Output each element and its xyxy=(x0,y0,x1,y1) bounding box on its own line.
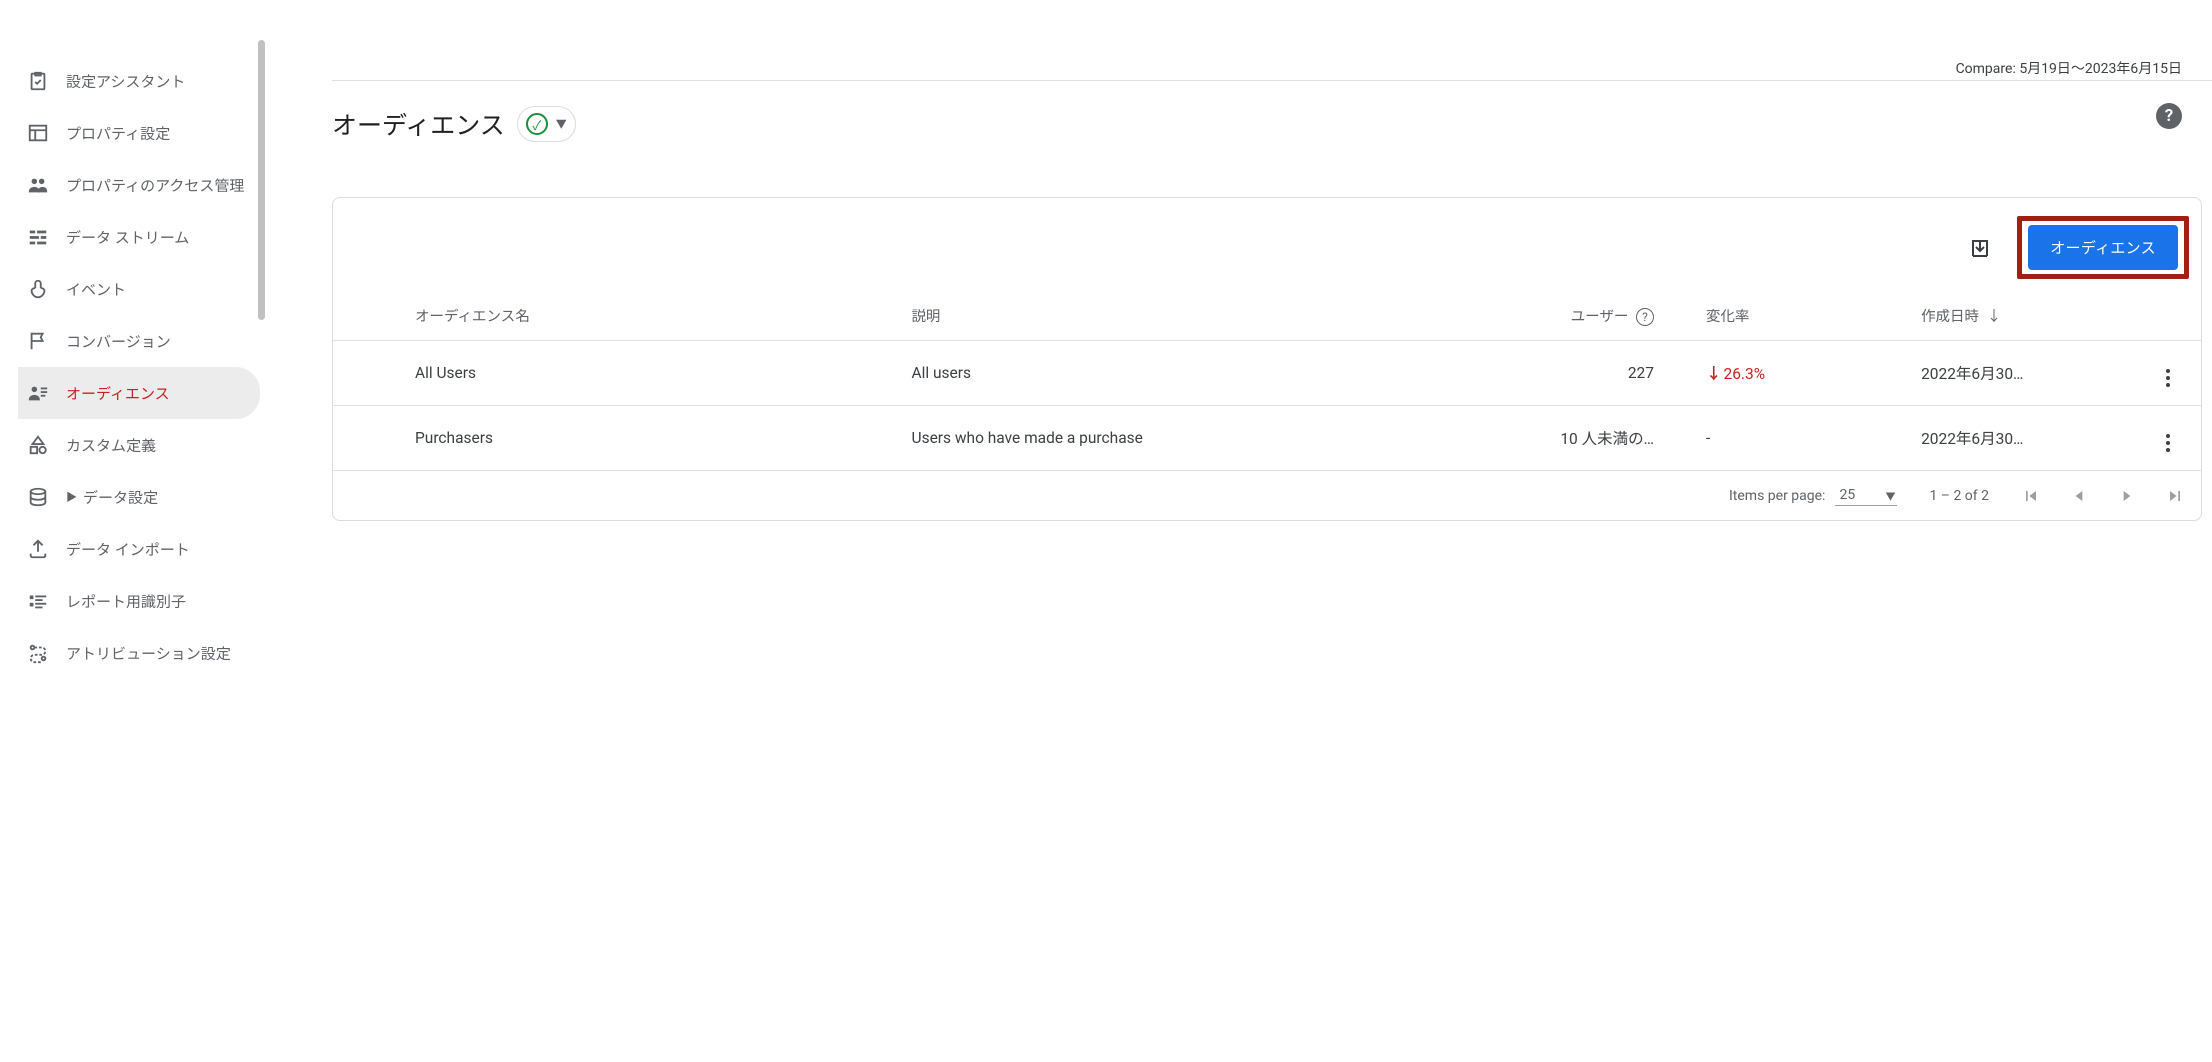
audience-icon xyxy=(26,381,50,405)
sidebar-item-label: データ設定 xyxy=(83,487,158,508)
sidebar-item-label: データ ストリーム xyxy=(66,227,189,248)
page-title: オーディエンス xyxy=(332,106,505,142)
cell-users: 10 人未満の… xyxy=(1449,406,1666,471)
cell-actions xyxy=(2134,341,2201,406)
page-range: 1 – 2 of 2 xyxy=(1929,488,1989,504)
col-created-label: 作成日時 xyxy=(1921,308,1979,325)
sidebar-item-attribution[interactable]: アトリビューション設定 xyxy=(18,627,260,679)
col-actions xyxy=(2134,295,2201,341)
main-content: Compare: 5月19日～2023年6月15日 オーディエンス ✓ ▼ ? … xyxy=(270,0,2212,1062)
cell-actions xyxy=(2134,406,2201,471)
col-description[interactable]: 説明 xyxy=(900,295,1450,341)
col-name[interactable]: オーディエンス名 xyxy=(333,295,900,341)
cell-name: Purchasers xyxy=(333,406,900,471)
sidebar-item-label: カスタム定義 xyxy=(66,435,156,456)
audiences-card: オーディエンス オーディエンス名 説明 ユーザー ? 変化率 作成日時 ↓ xyxy=(332,197,2202,521)
cell-description: All users xyxy=(900,341,1450,406)
sidebar-item-label: コンバージョン xyxy=(66,331,171,352)
next-page-icon[interactable] xyxy=(2117,486,2137,506)
sidebar-item-audiences[interactable]: オーディエンス xyxy=(18,367,260,419)
col-users[interactable]: ユーザー ? xyxy=(1449,295,1666,341)
divider xyxy=(332,80,2212,81)
col-rate[interactable]: 変化率 xyxy=(1666,295,1851,341)
prev-page-icon[interactable] xyxy=(2069,486,2089,506)
shapes-icon xyxy=(26,433,50,457)
people-icon xyxy=(26,173,50,197)
status-selector[interactable]: ✓ ▼ xyxy=(517,106,576,142)
create-audience-button[interactable]: オーディエンス xyxy=(2028,225,2178,270)
audiences-table: オーディエンス名 説明 ユーザー ? 変化率 作成日時 ↓ All U xyxy=(333,295,2201,471)
database-icon xyxy=(26,485,50,509)
card-toolbar: オーディエンス xyxy=(333,198,2201,295)
sort-down-icon: ↓ xyxy=(1987,308,2002,325)
table-row[interactable]: Purchasers Users who have made a purchas… xyxy=(333,406,2201,471)
sidebar-item-reporting-identity[interactable]: レポート用識別子 xyxy=(18,575,260,627)
sidebar-item-label: オーディエンス xyxy=(66,383,170,404)
sidebar-item-label: アトリビューション設定 xyxy=(66,643,231,664)
sidebar-item-label: 設定アシスタント xyxy=(66,71,185,92)
sidebar-item-property-access[interactable]: プロパティのアクセス管理 xyxy=(18,159,260,211)
sidebar-item-events[interactable]: イベント xyxy=(18,263,260,315)
cell-description: Users who have made a purchase xyxy=(900,406,1450,471)
first-page-icon[interactable] xyxy=(2021,486,2041,506)
sidebar-item-custom-definitions[interactable]: カスタム定義 xyxy=(18,419,260,471)
clipboard-check-icon xyxy=(26,69,50,93)
annotation-highlight: オーディエンス xyxy=(2017,216,2189,279)
last-page-icon[interactable] xyxy=(2165,486,2185,506)
table-row[interactable]: All Users All users 227 ↓26.3% 2022年6月30… xyxy=(333,341,2201,406)
col-created[interactable]: 作成日時 ↓ xyxy=(1851,295,2134,341)
help-inline-icon[interactable]: ? xyxy=(1636,308,1654,326)
col-users-label: ユーザー xyxy=(1571,308,1629,325)
scrollbar[interactable] xyxy=(258,40,265,320)
sidebar-item-label: プロパティのアクセス管理 xyxy=(66,175,244,196)
chevron-down-icon: ▼ xyxy=(556,116,567,132)
items-per-page-label: Items per page: xyxy=(1729,488,1825,504)
cell-rate: - xyxy=(1666,406,1851,471)
more-menu-icon[interactable] xyxy=(2166,369,2170,387)
sidebar-item-conversions[interactable]: コンバージョン xyxy=(18,315,260,367)
id-icon xyxy=(26,589,50,613)
path-icon xyxy=(26,641,50,665)
upload-icon xyxy=(26,537,50,561)
page-size-select[interactable]: 25 ▼ xyxy=(1835,485,1897,506)
touch-icon xyxy=(26,277,50,301)
cell-users: 227 xyxy=(1449,341,1666,406)
chevron-down-icon: ▼ xyxy=(1885,488,1895,503)
check-circle-icon: ✓ xyxy=(526,113,548,135)
sidebar-item-label: イベント xyxy=(66,279,126,300)
sidebar-item-data-settings[interactable]: ▶ データ設定 xyxy=(18,471,260,523)
download-icon[interactable] xyxy=(1967,235,1993,261)
flag-icon xyxy=(26,329,50,353)
sidebar-item-data-import[interactable]: データ インポート xyxy=(18,523,260,575)
page-size-value: 25 xyxy=(1839,487,1855,503)
compare-date-range: Compare: 5月19日～2023年6月15日 xyxy=(1956,58,2182,78)
sidebar-item-setup-assistant[interactable]: 設定アシスタント xyxy=(18,55,260,107)
more-menu-icon[interactable] xyxy=(2166,434,2170,452)
sidebar-item-label: レポート用識別子 xyxy=(66,591,186,612)
page-header: オーディエンス ✓ ▼ xyxy=(332,106,2212,142)
cell-created: 2022年6月30… xyxy=(1851,406,2134,471)
sidebar-item-property-settings[interactable]: プロパティ設定 xyxy=(18,107,260,159)
cell-rate: ↓26.3% xyxy=(1666,341,1851,406)
cell-name: All Users xyxy=(333,341,900,406)
pager-buttons xyxy=(2021,486,2185,506)
sidebar-item-data-streams[interactable]: データ ストリーム xyxy=(18,211,260,263)
arrow-down-icon: ↓ xyxy=(1706,365,1722,383)
sidebar: 設定アシスタント プロパティ設定 プロパティのアクセス管理 データ ストリーム … xyxy=(0,0,270,1062)
sidebar-item-label: プロパティ設定 xyxy=(66,123,170,144)
stream-icon xyxy=(26,225,50,249)
layout-icon xyxy=(26,121,50,145)
paginator: Items per page: 25 ▼ 1 – 2 of 2 xyxy=(333,471,2201,520)
cell-created: 2022年6月30… xyxy=(1851,341,2134,406)
caret-right-icon: ▶ xyxy=(66,489,77,505)
sidebar-item-label: データ インポート xyxy=(66,539,190,560)
rate-value: 26.3% xyxy=(1723,365,1765,383)
help-icon[interactable]: ? xyxy=(2156,103,2182,129)
